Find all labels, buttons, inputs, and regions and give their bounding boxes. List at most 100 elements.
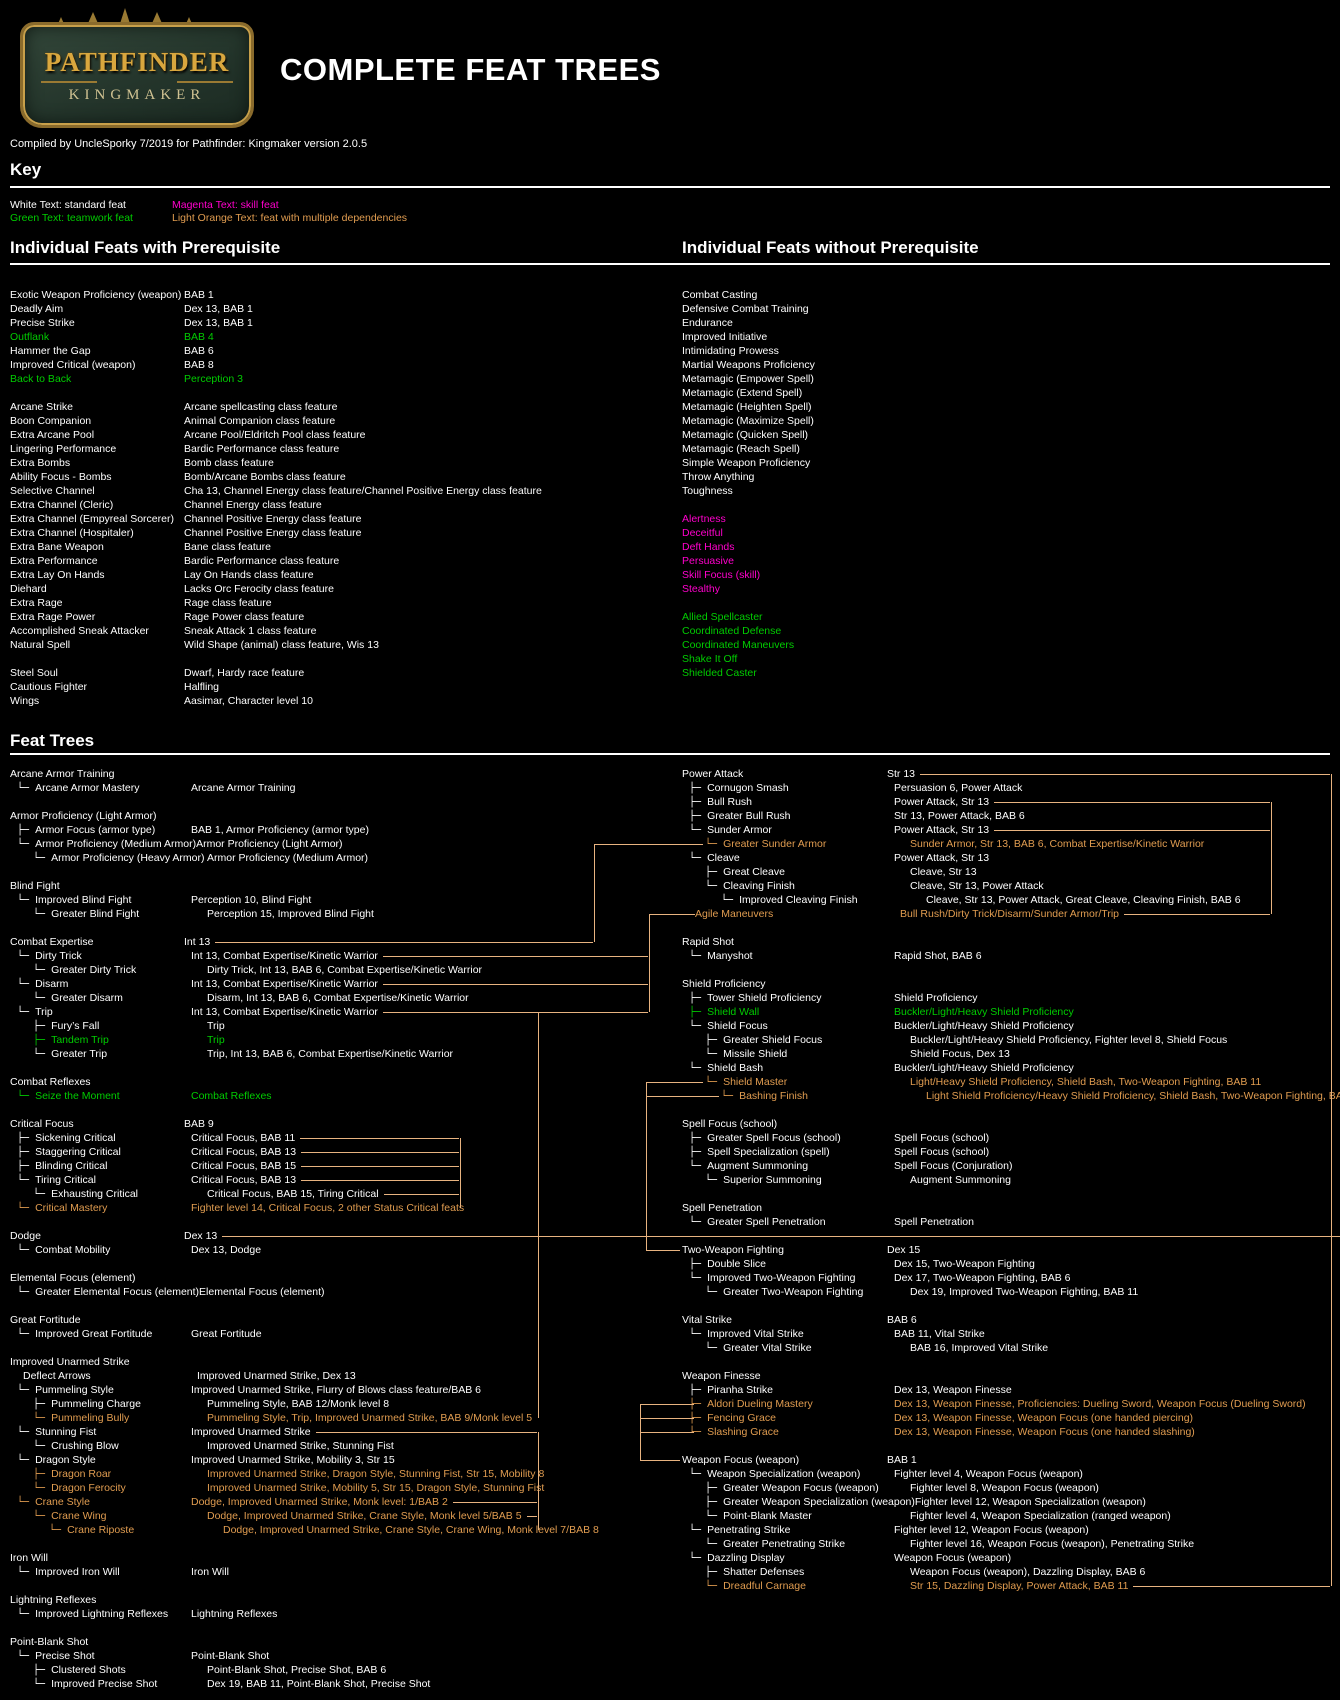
feat-name: Steel Soul [10, 666, 184, 680]
feat-row: └─ Pummeling BullyPummeling Style, Trip,… [10, 1411, 538, 1425]
feat-name: └─ Shield Bash [682, 1061, 894, 1075]
feat-prerequisite: Dirty Trick, Int 13, BAB 6, Combat Exper… [207, 963, 482, 977]
tree-connector: └─ [17, 1497, 35, 1508]
feat-prerequisite: Trip, Int 13, BAB 6, Combat Expertise/Ki… [207, 1047, 453, 1061]
feat-name: ├─ Double Slice [682, 1257, 894, 1271]
tree-connector: └─ [721, 1091, 739, 1102]
tree-connector: └─ [33, 1049, 51, 1060]
feat-row: └─ Critical MasteryFighter level 14, Cri… [10, 1201, 460, 1215]
feat-name: └─ Improved Great Fortitude [10, 1327, 191, 1341]
feat-prerequisite: Dex 19, Improved Two-Weapon Fighting, BA… [910, 1285, 1138, 1299]
feat-name: Endurance [682, 316, 887, 330]
feat-name: └─ Greater Elemental Focus (element) [10, 1285, 199, 1299]
feat-name: └─ Disarm [10, 977, 191, 991]
feat-prerequisite: Dwarf, Hardy race feature [184, 666, 304, 680]
key-item: White Text: standard feat [10, 198, 126, 212]
feat-name: Allied Spellcaster [682, 610, 887, 624]
tree-connector: └─ [17, 895, 35, 906]
feat-name: Back to Back [10, 372, 184, 386]
feat-name: ├─ Greater Weapon Focus (weapon) [682, 1481, 910, 1495]
feat-name: └─ Pummeling Style [10, 1383, 191, 1397]
feat-name: Extra Bane Weapon [10, 540, 184, 554]
feat-name: ├─ Shield Wall [682, 1005, 894, 1019]
feat-row: └─ Cleaving FinishCleave, Str 13, Power … [682, 879, 1337, 893]
feat-row: ├─ Cornugon SmashPersuasion 6, Power Att… [682, 781, 1337, 795]
tree-connector: └─ [17, 1007, 35, 1018]
feat-name: Accomplished Sneak Attacker [10, 624, 184, 638]
feat-row: ├─ Staggering CriticalCritical Focus, BA… [10, 1145, 460, 1159]
feat-name: ├─ Cornugon Smash [682, 781, 894, 795]
feat-name: └─ Improved Lightning Reflexes [10, 1607, 191, 1621]
dependency-line [920, 774, 1330, 775]
feat-name: └─ Greater Trip [10, 1047, 207, 1061]
feat-row: Shield Proficiency [682, 977, 1337, 991]
feat-prerequisite: Improved Unarmed Strike, Flurry of Blows… [191, 1383, 481, 1397]
feat-row: ├─ Sickening CriticalCritical Focus, BAB… [10, 1131, 460, 1145]
feat-prerequisite: Fighter level 12, Weapon Focus (weapon) [894, 1523, 1089, 1537]
feat-row: Metamagic (Extend Spell) [682, 386, 1332, 400]
tree-connector: └─ [721, 895, 739, 906]
feat-row: Boon CompanionAnimal Companion class fea… [10, 414, 670, 428]
feat-row: └─ Greater Vital StrikeBAB 16, Improved … [682, 1341, 1337, 1355]
feat-prerequisite: Int 13, Combat Expertise/Kinetic Warrior [191, 949, 378, 963]
feat-row: Extra Bane WeaponBane class feature [10, 540, 670, 554]
feat-name: └─ Greater Dirty Trick [10, 963, 207, 977]
feat-name: Combat Expertise [10, 935, 184, 949]
group-gap [10, 652, 670, 666]
feat-tree: Spell Focus (school)├─ Greater Spell Foc… [682, 1117, 1337, 1187]
feat-row: Extra BombsBomb class feature [10, 456, 670, 470]
feat-name: Coordinated Maneuvers [682, 638, 887, 652]
feat-row: Steel SoulDwarf, Hardy race feature [10, 666, 670, 680]
feat-prerequisite: Channel Positive Energy class feature [184, 512, 361, 526]
feat-row: Shake It Off [682, 652, 1332, 666]
feat-prerequisite: Trip [207, 1019, 225, 1033]
feat-row: └─ Dragon FerocityImproved Unarmed Strik… [10, 1481, 538, 1495]
feat-prerequisite: BAB 11, Vital Strike [894, 1327, 985, 1341]
feat-prerequisite: Lacks Orc Ferocity class feature [184, 582, 334, 596]
feat-row: └─ Improved Vital StrikeBAB 11, Vital St… [682, 1327, 1337, 1341]
dependency-line [316, 1432, 537, 1433]
feat-row: Deft Hands [682, 540, 1332, 554]
with-prereq-list: Exotic Weapon Proficiency (weapon)BAB 1D… [10, 288, 670, 708]
feat-name: └─ Greater Sunder Armor [682, 837, 910, 851]
feat-prerequisite: Cleave, Str 13, Power Attack [910, 879, 1044, 893]
feat-tree: Power AttackStr 13├─ Cornugon SmashPersu… [682, 767, 1337, 921]
feat-row: └─ Stunning FistImproved Unarmed Strike [10, 1425, 538, 1439]
feat-row: Coordinated Maneuvers [682, 638, 1332, 652]
feat-prerequisite: Halfling [184, 680, 219, 694]
feat-prerequisite: Arcane Pool/Eldritch Pool class feature [184, 428, 366, 442]
feat-row: └─ Weapon Specialization (weapon)Fighter… [682, 1467, 1337, 1481]
feat-row: └─ Point-Blank MasterFighter level 4, We… [682, 1509, 1337, 1523]
feat-name: Two-Weapon Fighting [682, 1243, 887, 1257]
feat-row: ├─ Blinding CriticalCritical Focus, BAB … [10, 1159, 460, 1173]
tree-connector: ├─ [33, 1399, 51, 1410]
feat-row: └─ Crane WingDodge, Improved Unarmed Str… [10, 1509, 538, 1523]
tree-connector: └─ [33, 1679, 51, 1690]
feat-name: Agile Maneuvers [682, 907, 900, 921]
tree-connector: ├─ [689, 1385, 707, 1396]
feat-name: ├─ Tower Shield Proficiency [682, 991, 894, 1005]
feat-prerequisite: Armor Proficiency (Medium Armor) [207, 851, 368, 865]
feat-prerequisite: Bomb class feature [184, 456, 274, 470]
tree-connector: └─ [705, 1343, 723, 1354]
feat-row: ├─ Greater Weapon Focus (weapon)Fighter … [682, 1481, 1337, 1495]
feat-prerequisite: Dodge, Improved Unarmed Strike, Crane St… [207, 1509, 522, 1523]
feat-prerequisite: Fighter level 12, Weapon Specialization … [915, 1495, 1146, 1509]
tree-connector: └─ [689, 951, 707, 962]
feat-row: Metamagic (Reach Spell) [682, 442, 1332, 456]
tree-connector: └─ [689, 1427, 707, 1438]
feat-prerequisite: Fighter level 8, Weapon Focus (weapon) [910, 1481, 1099, 1495]
feat-row: Lingering PerformanceBardic Performance … [10, 442, 670, 456]
feat-prerequisite: Critical Focus, BAB 11 [191, 1131, 295, 1145]
feat-row: Extra Rage PowerRage Power class feature [10, 610, 670, 624]
feat-row: └─ Improved Precise ShotDex 19, BAB 11, … [10, 1677, 1335, 1691]
feat-row: └─ Penetrating StrikeFighter level 12, W… [682, 1523, 1337, 1537]
feat-prerequisite: Buckler/Light/Heavy Shield Proficiency [894, 1061, 1074, 1075]
feat-tree: Two-Weapon FightingDex 15├─ Double Slice… [682, 1243, 1337, 1299]
feat-prerequisite: Power Attack, Str 13 [894, 795, 989, 809]
feat-row: Deadly AimDex 13, BAB 1 [10, 302, 670, 316]
dependency-line [383, 984, 648, 985]
feat-row: Accomplished Sneak AttackerSneak Attack … [10, 624, 670, 638]
feat-row: DiehardLacks Orc Ferocity class feature [10, 582, 670, 596]
without-prereq-list: Combat CastingDefensive Combat TrainingE… [682, 288, 1332, 680]
